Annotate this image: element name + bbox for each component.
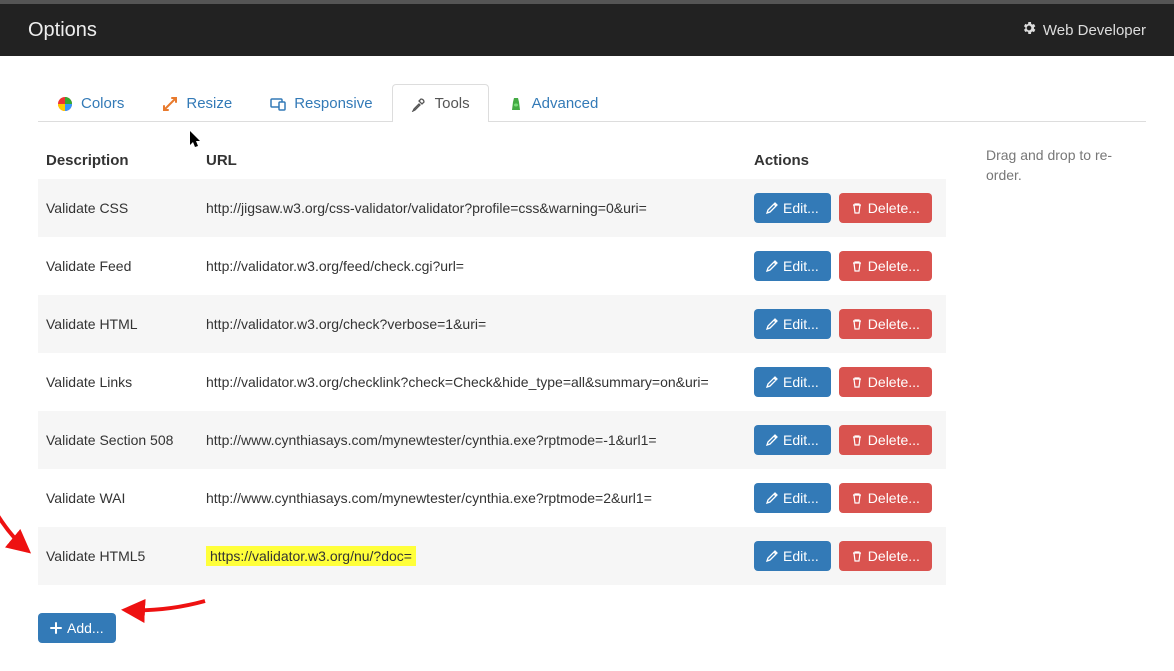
trash-icon <box>851 202 863 214</box>
advanced-icon <box>508 96 524 112</box>
edit-label: Edit... <box>783 374 819 390</box>
resize-icon <box>162 96 178 112</box>
edit-button[interactable]: Edit... <box>754 483 831 513</box>
delete-label: Delete... <box>868 200 920 216</box>
add-button[interactable]: Add... <box>38 613 116 643</box>
tab-label: Colors <box>81 95 124 112</box>
delete-button[interactable]: Delete... <box>839 309 932 339</box>
table-row[interactable]: Validate HTML5 https://validator.w3.org/n… <box>38 527 946 585</box>
edit-label: Edit... <box>783 490 819 506</box>
pencil-icon <box>766 202 778 214</box>
url-cell: http://validator.w3.org/feed/check.cgi?u… <box>206 258 464 274</box>
add-label: Add... <box>67 620 104 636</box>
trash-icon <box>851 318 863 330</box>
desc-cell: Validate HTML <box>46 316 138 332</box>
desc-cell: Validate WAI <box>46 490 125 506</box>
tab-label: Advanced <box>532 95 599 112</box>
brand-label: Web Developer <box>1043 22 1146 39</box>
pencil-icon <box>766 492 778 504</box>
table-row[interactable]: Validate Section 508 http://www.cynthiasa… <box>38 411 946 469</box>
table-row[interactable]: Validate Links http://validator.w3.org/ch… <box>38 353 946 411</box>
desc-cell: Validate Section 508 <box>46 432 173 448</box>
header-bar: Options Web Developer <box>0 0 1174 56</box>
trash-icon <box>851 550 863 562</box>
annotation-arrow <box>0 506 50 566</box>
edit-label: Edit... <box>783 258 819 274</box>
delete-label: Delete... <box>868 374 920 390</box>
annotation-arrow <box>110 586 210 636</box>
url-cell: https://validator.w3.org/nu/?doc= <box>206 546 416 566</box>
desc-cell: Validate Feed <box>46 258 131 274</box>
table-row[interactable]: Validate HTML http://validator.w3.org/che… <box>38 295 946 353</box>
table-row[interactable]: Validate CSS http://jigsaw.w3.org/css-val… <box>38 179 946 237</box>
edit-button[interactable]: Edit... <box>754 251 831 281</box>
delete-button[interactable]: Delete... <box>839 483 932 513</box>
edit-button[interactable]: Edit... <box>754 193 831 223</box>
trash-icon <box>851 260 863 272</box>
edit-button[interactable]: Edit... <box>754 367 831 397</box>
brand-area: Web Developer <box>1021 20 1146 40</box>
tab-label: Resize <box>186 95 232 112</box>
table-row[interactable]: Validate Feed http://validator.w3.org/fee… <box>38 237 946 295</box>
responsive-icon <box>270 96 286 112</box>
edit-button[interactable]: Edit... <box>754 425 831 455</box>
tab-bar: Colors Resize Responsive Tools Advanced <box>38 84 1146 122</box>
tab-label: Tools <box>435 95 470 112</box>
tools-table: Description URL Actions Validate CSS http… <box>38 142 946 585</box>
edit-label: Edit... <box>783 200 819 216</box>
tab-resize[interactable]: Resize <box>143 84 251 122</box>
pencil-icon <box>766 376 778 388</box>
tools-icon <box>411 96 427 112</box>
delete-button[interactable]: Delete... <box>839 193 932 223</box>
col-header-url: URL <box>198 142 746 179</box>
url-cell: http://jigsaw.w3.org/css-validator/valid… <box>206 200 647 216</box>
delete-label: Delete... <box>868 548 920 564</box>
col-header-actions: Actions <box>746 142 946 179</box>
url-cell: http://validator.w3.org/checklink?check=… <box>206 374 709 390</box>
desc-cell: Validate HTML5 <box>46 548 145 564</box>
delete-button[interactable]: Delete... <box>839 425 932 455</box>
reorder-hint: Drag and drop to re-order. <box>986 142 1146 185</box>
delete-button[interactable]: Delete... <box>839 251 932 281</box>
cursor-icon <box>188 129 204 149</box>
trash-icon <box>851 492 863 504</box>
delete-label: Delete... <box>868 316 920 332</box>
colors-icon <box>57 96 73 112</box>
col-header-description: Description <box>38 142 198 179</box>
edit-label: Edit... <box>783 316 819 332</box>
edit-button[interactable]: Edit... <box>754 309 831 339</box>
tab-advanced[interactable]: Advanced <box>489 84 618 122</box>
url-cell: http://validator.w3.org/check?verbose=1&… <box>206 316 486 332</box>
delete-label: Delete... <box>868 432 920 448</box>
url-cell: http://www.cynthiasays.com/mynewtester/c… <box>206 432 657 448</box>
trash-icon <box>851 376 863 388</box>
pencil-icon <box>766 260 778 272</box>
pencil-icon <box>766 550 778 562</box>
desc-cell: Validate CSS <box>46 200 128 216</box>
tab-tools[interactable]: Tools <box>392 84 489 122</box>
edit-button[interactable]: Edit... <box>754 541 831 571</box>
delete-label: Delete... <box>868 490 920 506</box>
desc-cell: Validate Links <box>46 374 132 390</box>
gear-icon <box>1021 20 1037 40</box>
delete-button[interactable]: Delete... <box>839 367 932 397</box>
url-cell: http://www.cynthiasays.com/mynewtester/c… <box>206 490 652 506</box>
edit-label: Edit... <box>783 432 819 448</box>
edit-label: Edit... <box>783 548 819 564</box>
tab-responsive[interactable]: Responsive <box>251 84 391 122</box>
delete-label: Delete... <box>868 258 920 274</box>
delete-button[interactable]: Delete... <box>839 541 932 571</box>
tab-colors[interactable]: Colors <box>38 84 143 122</box>
page-title: Options <box>28 19 97 42</box>
tab-label: Responsive <box>294 95 372 112</box>
table-row[interactable]: Validate WAI http://www.cynthiasays.com/m… <box>38 469 946 527</box>
pencil-icon <box>766 318 778 330</box>
plus-icon <box>50 622 62 634</box>
pencil-icon <box>766 434 778 446</box>
trash-icon <box>851 434 863 446</box>
